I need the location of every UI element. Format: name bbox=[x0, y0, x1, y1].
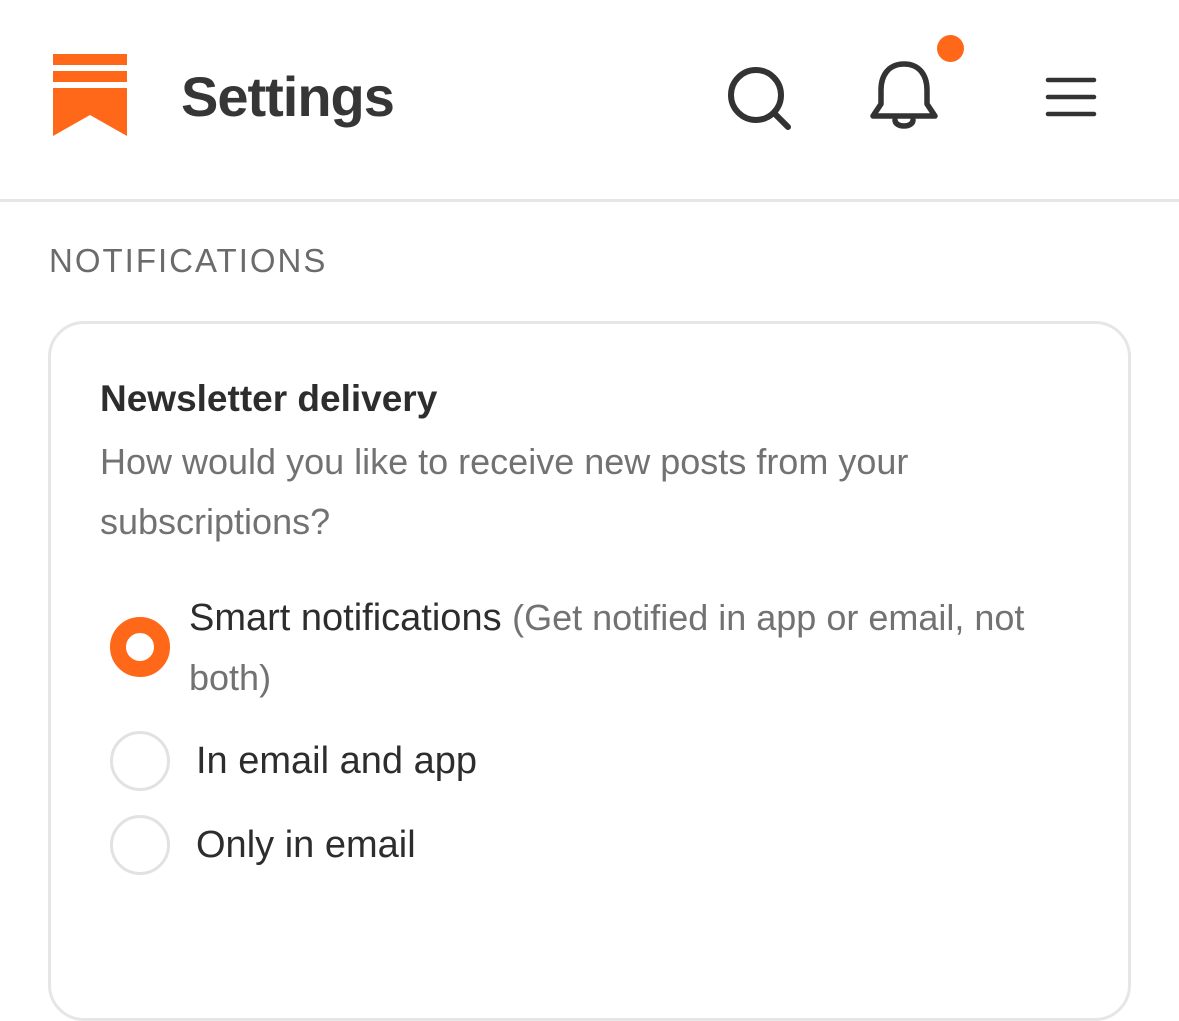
option-email-and-app[interactable]: In email and app bbox=[196, 736, 477, 786]
hamburger-menu-icon[interactable] bbox=[1044, 74, 1098, 120]
radio-smart-notifications[interactable] bbox=[110, 617, 170, 677]
radio-only-email[interactable] bbox=[110, 815, 170, 875]
option-smart-notifications[interactable]: Smart notifications (Get notified in app… bbox=[189, 588, 1069, 708]
option-label: Smart notifications bbox=[189, 597, 502, 639]
section-label-notifications: NOTIFICATIONS bbox=[49, 242, 328, 279]
notification-dot bbox=[937, 35, 964, 62]
newsletter-delivery-title: Newsletter delivery bbox=[100, 378, 438, 419]
radio-email-and-app[interactable] bbox=[110, 731, 170, 791]
app-header: Settings bbox=[0, 0, 1179, 202]
search-icon[interactable] bbox=[725, 64, 793, 132]
bookmark-logo-icon[interactable] bbox=[53, 54, 127, 136]
bell-icon[interactable] bbox=[866, 56, 942, 134]
option-only-email[interactable]: Only in email bbox=[196, 820, 416, 870]
page-title: Settings bbox=[181, 65, 395, 128]
newsletter-delivery-description: How would you like to receive new posts … bbox=[100, 441, 909, 542]
